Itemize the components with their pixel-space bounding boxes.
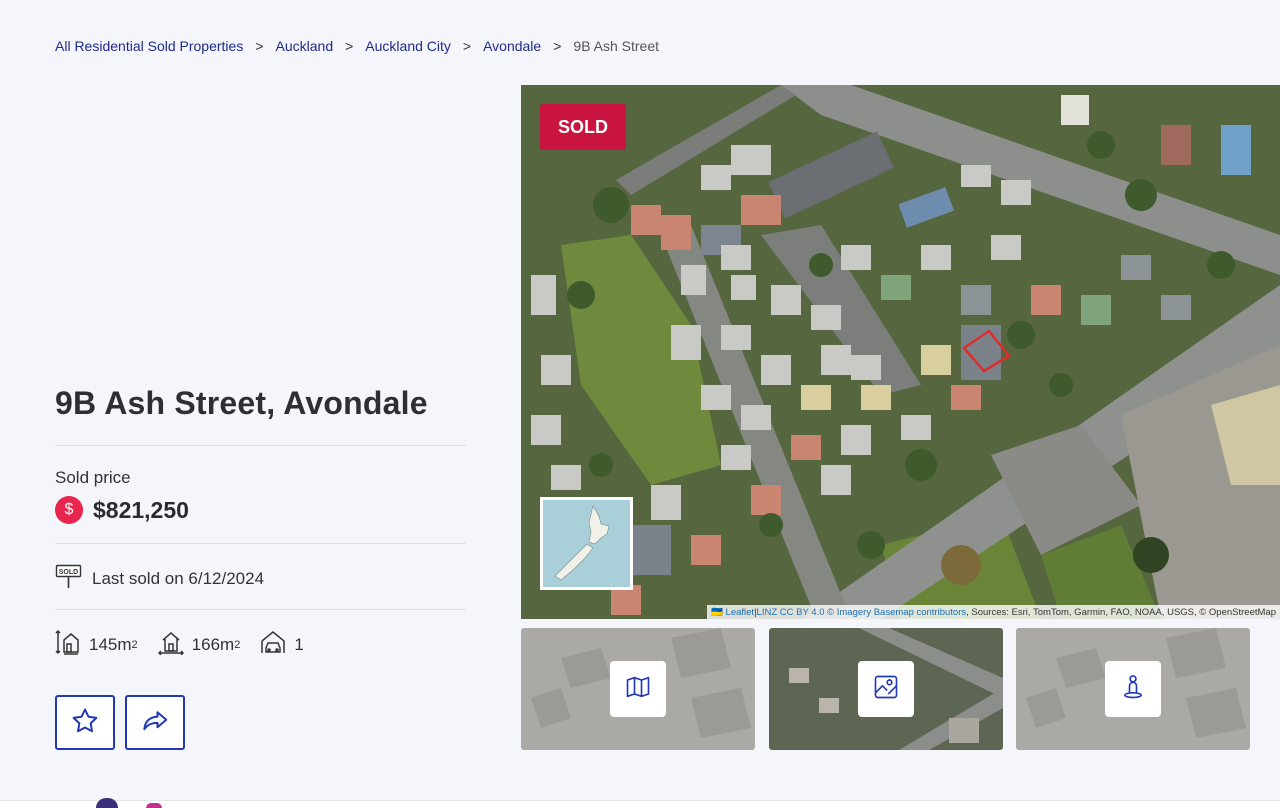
avatar [146,803,162,808]
area-unit-superscript: 2 [234,638,241,651]
map-view-thumbnail[interactable] [521,628,755,750]
floor-area-icon [55,628,89,661]
sold-badge: SOLD [540,104,626,150]
ukraine-flag-icon: 🇺🇦 [711,606,723,618]
street-view-button[interactable] [1105,661,1161,717]
breadcrumb-avondale[interactable]: Avondale [483,38,541,54]
sold-sign-text: SOLD [59,569,78,576]
aerial-map[interactable]: SOLD 🇺🇦 Leaflet | LINZ CC BY 4.0 © Image… [521,85,1280,619]
divider [55,543,466,544]
satellite-view-thumbnail[interactable] [769,628,1003,750]
street-view-thumbnail[interactable] [1016,628,1250,750]
last-sold-date: Last sold on 6/12/2024 [92,569,265,588]
area-unit-superscript: 2 [131,638,138,651]
share-arrow-icon [140,706,170,739]
attribution-sources: , Sources: Esri, TomTom, Garmin, FAO, NO… [966,606,1276,618]
map-attribution: 🇺🇦 Leaflet | LINZ CC BY 4.0 © Imagery Ba… [707,605,1280,619]
page-title: 9B Ash Street, Avondale [55,385,428,421]
property-features: 145m 2 166m 2 1 [55,628,324,661]
action-buttons [55,695,195,750]
breadcrumb-all-residential[interactable]: All Residential Sold Properties [55,38,243,54]
price-row: $ $821,250 [55,496,189,524]
breadcrumb: All Residential Sold Properties > Auckla… [55,38,659,54]
sold-price-label: Sold price [55,468,131,487]
breadcrumb-auckland[interactable]: Auckland [276,38,334,54]
breadcrumb-separator: > [345,38,354,54]
person-pin-icon [1119,673,1147,706]
floor-area-feature: 145m 2 [55,628,138,661]
breadcrumb-separator: > [553,38,562,54]
sold-price-value: $821,250 [93,496,189,523]
nz-outline-icon [554,505,610,581]
divider [55,445,466,446]
map-view-button[interactable] [610,661,666,717]
breadcrumb-current: 9B Ash Street [573,38,660,54]
garage-feature: 1 [260,629,304,660]
divider [55,609,466,610]
map-icon [624,673,652,706]
last-sold-row: SOLD Last sold on 6/12/2024 [55,564,264,594]
footer-strip [0,800,1280,808]
satellite-view-button[interactable] [858,661,914,717]
linz-attribution-link[interactable]: LINZ CC BY 4.0 © Imagery Basemap contrib… [757,607,967,618]
land-area-value: 166m [191,634,235,654]
breadcrumb-auckland-city[interactable]: Auckland City [365,38,451,54]
satellite-icon [872,673,900,706]
leaflet-link[interactable]: Leaflet [726,607,755,618]
breadcrumb-separator: > [462,38,472,54]
aerial-imagery [521,85,1280,619]
sold-sign-icon: SOLD [55,564,82,594]
star-icon [70,706,100,739]
land-area-icon [157,629,192,660]
favourite-button[interactable] [55,695,115,750]
car-icon [260,629,294,660]
nz-locator-inset[interactable] [540,497,633,590]
breadcrumb-separator: > [255,38,264,54]
garage-count: 1 [294,634,304,654]
share-button[interactable] [125,695,185,750]
dollar-icon: $ [55,496,83,524]
land-area-feature: 166m 2 [157,629,241,660]
floor-area-value: 145m [89,634,132,654]
